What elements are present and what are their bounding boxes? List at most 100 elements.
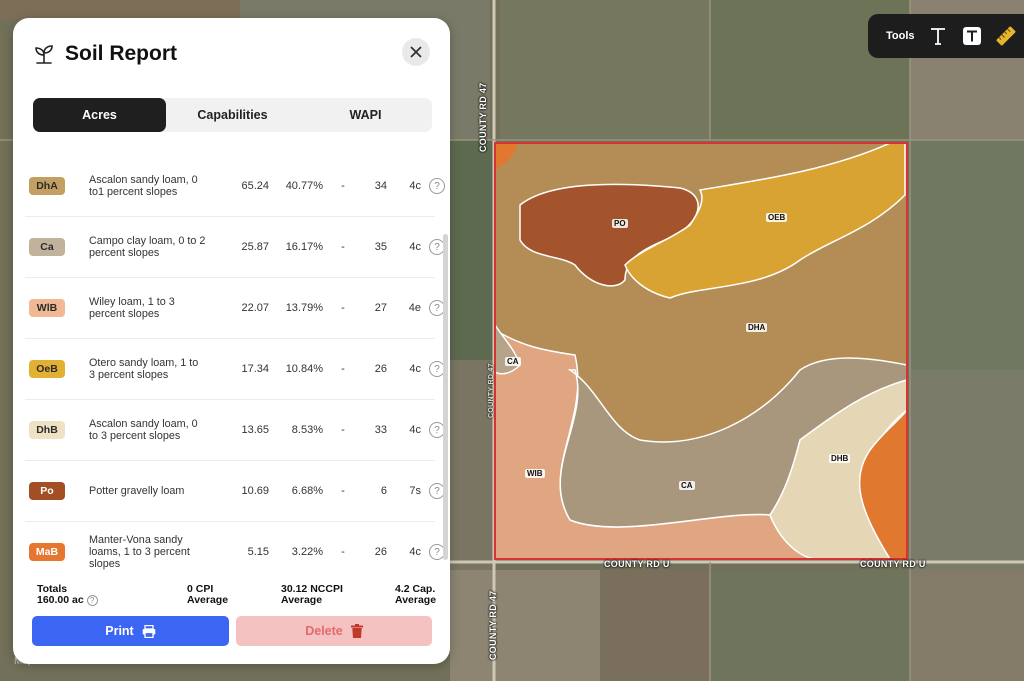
trash-icon xyxy=(350,624,363,638)
soil-name: Ascalon sandy loam, 0 to 3 percent slope… xyxy=(89,418,198,442)
soil-percent: 40.77% xyxy=(285,180,323,192)
soil-percent: 10.84% xyxy=(285,363,323,375)
print-button[interactable]: Print xyxy=(32,616,229,646)
table-row[interactable]: DhA Ascalon sandy loam, 0 to1 percent slo… xyxy=(25,156,445,217)
soil-code-badge: Ca xyxy=(29,238,65,256)
road-label: COUNTY RD 47 xyxy=(488,363,495,418)
totals-row: Totals 160.00 ac ? 0 CPI Average 30.12 NC… xyxy=(37,584,437,606)
zone-label-po: PO xyxy=(612,219,628,228)
table-row[interactable]: WlB Wiley loam, 1 to 3 percent slopes 22.0… xyxy=(25,278,445,339)
text-tool-icon[interactable] xyxy=(927,25,949,47)
soil-name: Ascalon sandy loam, 0 to1 percent slopes xyxy=(89,174,198,198)
totals-acres-value: 160.00 ac xyxy=(37,594,84,606)
soil-nccpi: 34 xyxy=(374,180,387,192)
report-tabs: Acres Capabilities WAPI xyxy=(33,98,432,132)
delete-button-label: Delete xyxy=(305,624,343,638)
soil-cpi: - xyxy=(341,180,345,192)
zone-label-ca: CA xyxy=(679,481,695,490)
table-row[interactable]: Ca Campo clay loam, 0 to 2 percent slopes… xyxy=(25,217,445,278)
soil-acres: 65.24 xyxy=(241,180,269,192)
soil-percent: 13.79% xyxy=(285,302,323,314)
help-icon[interactable]: ? xyxy=(429,178,445,194)
zone-label-oeb: OEB xyxy=(766,213,788,222)
zone-label-dhb: DHB xyxy=(829,454,851,463)
road-label: COUNTY RD U xyxy=(604,559,670,569)
soil-nccpi: 35 xyxy=(374,241,387,253)
tools-bar: Tools xyxy=(868,14,1024,58)
tab-acres[interactable]: Acres xyxy=(33,98,166,132)
road-label: COUNTY RD 47 xyxy=(488,590,498,660)
soil-name: Potter gravelly loam xyxy=(89,485,185,497)
print-button-label: Print xyxy=(105,624,134,638)
totals-cpi-caption: Average xyxy=(187,594,229,606)
soil-code-badge: MaB xyxy=(29,543,65,561)
totals-cpi: 0 CPI Average xyxy=(187,584,228,606)
soil-code-badge: OeB xyxy=(29,360,65,378)
soil-capability: 4c xyxy=(409,241,421,253)
totals-nccpi-caption: Average xyxy=(281,594,323,606)
close-button[interactable] xyxy=(402,38,430,66)
soil-report-panel: Soil Report Acres Capabilities WAPI DhA A… xyxy=(13,18,450,664)
text-box-tool-icon[interactable] xyxy=(961,25,983,47)
soil-cpi: - xyxy=(341,546,345,558)
soil-name: Wiley loam, 1 to 3 percent slopes xyxy=(89,296,175,320)
soil-nccpi: 6 xyxy=(380,485,387,497)
soil-nccpi: 33 xyxy=(374,424,387,436)
soil-acres: 5.15 xyxy=(247,546,269,558)
soil-acres: 13.65 xyxy=(241,424,269,436)
soil-code-badge: WlB xyxy=(29,299,65,317)
delete-button[interactable]: Delete xyxy=(236,616,432,646)
tab-wapi[interactable]: WAPI xyxy=(299,98,432,132)
table-row[interactable]: DhB Ascalon sandy loam, 0 to 3 percent sl… xyxy=(25,400,445,461)
soil-percent: 3.22% xyxy=(291,546,323,558)
help-icon[interactable]: ? xyxy=(86,595,98,606)
close-icon xyxy=(410,46,422,58)
soil-cpi: - xyxy=(341,302,345,314)
soil-cpi: - xyxy=(341,363,345,375)
soil-cpi: - xyxy=(341,424,345,436)
ruler-tool-icon[interactable] xyxy=(995,25,1017,47)
soil-capability: 4c xyxy=(409,180,421,192)
soil-code-badge: DhA xyxy=(29,177,65,195)
soil-acres: 17.34 xyxy=(241,363,269,375)
soil-capability: 4c xyxy=(409,546,421,558)
soil-table[interactable]: DhA Ascalon sandy loam, 0 to1 percent slo… xyxy=(13,156,450,574)
road-label: COUNTY RD U xyxy=(860,559,926,569)
soil-name: Campo clay loam, 0 to 2 percent slopes xyxy=(89,235,206,259)
soil-cpi: - xyxy=(341,485,345,497)
soil-nccpi: 27 xyxy=(374,302,387,314)
soil-capability: 7s xyxy=(409,485,421,497)
totals-acres: 160.00 ac ? xyxy=(37,595,98,606)
soil-capability: 4c xyxy=(409,363,421,375)
totals-cap-caption: Average xyxy=(395,594,437,606)
soil-acres: 10.69 xyxy=(241,485,269,497)
table-row[interactable]: Po Potter gravelly loam 10.69 6.68% -6 7s? xyxy=(25,461,445,522)
soil-code-badge: Po xyxy=(29,482,65,500)
totals-nccpi: 30.12 NCCPI Average xyxy=(281,584,343,606)
soil-percent: 6.68% xyxy=(291,485,323,497)
table-row[interactable]: OeB Otero sandy loam, 1 to 3 percent slop… xyxy=(25,339,445,400)
page-title: Soil Report xyxy=(65,42,178,65)
table-row[interactable]: MaB Manter-Vona sandy loams, 1 to 3 perce… xyxy=(25,522,445,574)
zone-label-wib: WIB xyxy=(525,469,545,478)
totals-cap: 4.2 Cap. Average xyxy=(395,584,436,606)
scrollbar[interactable] xyxy=(443,234,448,560)
tools-label: Tools xyxy=(886,30,915,42)
panel-header: Soil Report xyxy=(33,36,430,72)
soil-name: Manter-Vona sandy loams, 1 to 3 percent … xyxy=(89,534,190,570)
soil-acres: 25.87 xyxy=(241,241,269,253)
printer-icon xyxy=(142,624,156,638)
soil-acres: 22.07 xyxy=(241,302,269,314)
zone-label-dha: DHA xyxy=(746,323,768,332)
soil-capability: 4c xyxy=(409,424,421,436)
soil-cpi: - xyxy=(341,241,345,253)
soil-capability: 4e xyxy=(408,302,421,314)
soil-nccpi: 26 xyxy=(374,546,387,558)
soil-name: Otero sandy loam, 1 to 3 percent slopes xyxy=(89,357,199,381)
tab-capabilities[interactable]: Capabilities xyxy=(166,98,299,132)
sprout-icon xyxy=(33,43,55,65)
zone-label-ca: CA xyxy=(505,357,521,366)
road-label: COUNTY RD 47 xyxy=(478,82,488,152)
soil-code-badge: DhB xyxy=(29,421,65,439)
soil-percent: 8.53% xyxy=(291,424,323,436)
